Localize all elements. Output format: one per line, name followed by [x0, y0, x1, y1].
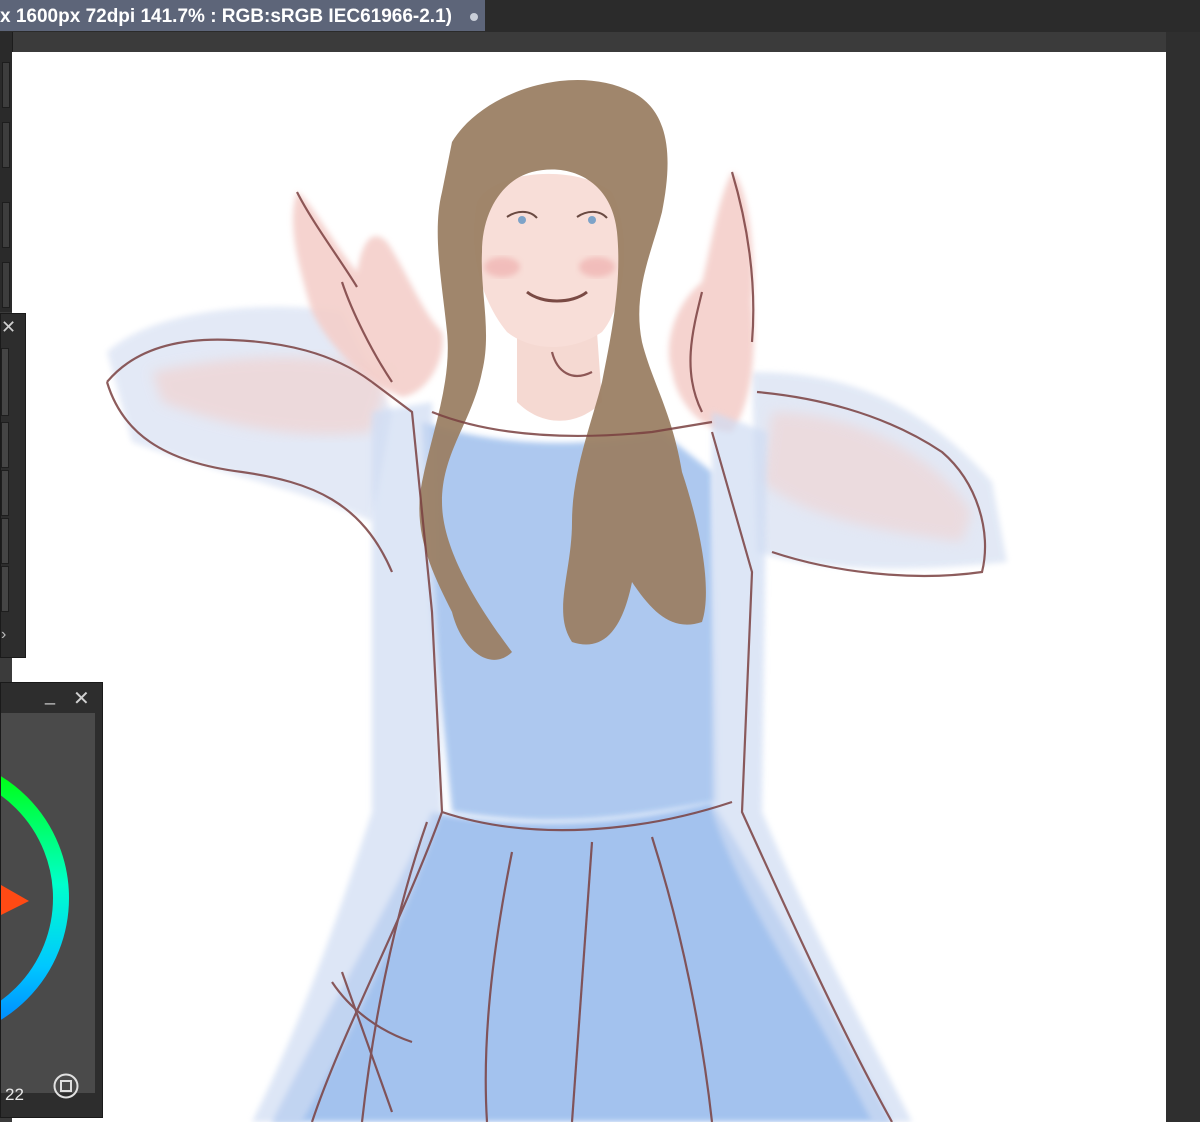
panel-row[interactable] — [1, 566, 9, 612]
hue-ring[interactable] — [1, 713, 95, 1093]
document-tab-title: x 1600px 72dpi 141.7% : RGB:sRGB IEC6196… — [0, 6, 452, 27]
toolbar-handle[interactable] — [2, 262, 10, 308]
right-iris — [588, 216, 596, 224]
sketch-illustration — [105, 80, 1007, 1122]
left-cheek — [484, 257, 520, 277]
right-scroll-gutter — [1166, 32, 1200, 1122]
color-wheel-panel: _ ✕ 22 — [0, 682, 103, 1118]
toolbar-handle[interactable] — [2, 62, 10, 108]
panel-row[interactable] — [1, 470, 9, 516]
brush-size-value: 22 — [5, 1085, 24, 1104]
chevron-right-icon[interactable]: › — [1, 626, 6, 644]
document-tab[interactable]: x 1600px 72dpi 141.7% : RGB:sRGB IEC6196… — [0, 0, 485, 31]
toolbar-handle[interactable] — [2, 202, 10, 248]
hue-selector-marker[interactable] — [1, 885, 29, 915]
modified-indicator-icon — [469, 12, 478, 21]
minimize-icon[interactable]: _ — [45, 685, 55, 706]
tool-options-panel: ✕ › — [0, 313, 26, 658]
toolbar-handle[interactable] — [2, 122, 10, 168]
document-tab-bar: x 1600px 72dpi 141.7% : RGB:sRGB IEC6196… — [0, 0, 1200, 32]
right-cheek — [579, 257, 615, 277]
panel-close-icon[interactable]: ✕ — [73, 686, 90, 711]
panel-row[interactable] — [1, 348, 9, 416]
panel-row[interactable] — [1, 518, 9, 564]
panel-row[interactable] — [1, 422, 9, 468]
left-iris — [518, 216, 526, 224]
color-wheel-area[interactable] — [1, 713, 95, 1093]
drawing-canvas[interactable] — [12, 52, 1166, 1122]
panel-close-icon[interactable]: ✕ — [1, 318, 16, 336]
square-circle-icon[interactable] — [53, 1073, 79, 1099]
